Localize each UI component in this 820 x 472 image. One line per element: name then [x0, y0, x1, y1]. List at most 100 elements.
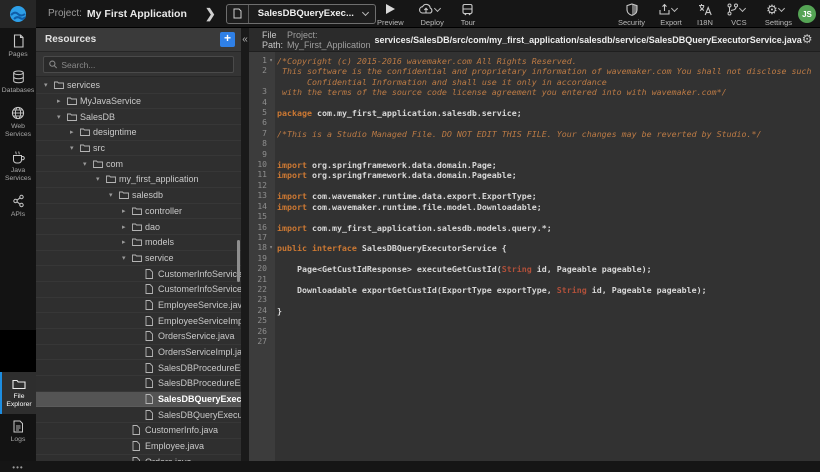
tree-item-label: SalesDBProcedureExecutorService.java — [158, 363, 241, 373]
tree-item[interactable]: SalesDBQueryExecutorServiceImpl.java — [36, 407, 241, 423]
fold-arrow-icon[interactable]: ▾ — [267, 56, 275, 66]
folder-icon — [132, 238, 144, 246]
line-number: 16 — [249, 223, 267, 233]
code-line: 12 — [249, 181, 820, 191]
tree-open-arrow-icon[interactable]: ▾ — [122, 254, 132, 262]
tree-closed-arrow-icon[interactable]: ▸ — [57, 97, 67, 105]
sidebar-item-java-services[interactable]: Java Services — [0, 144, 36, 188]
tree-item-label: CustomerInfoService.java — [158, 269, 241, 279]
tree-item[interactable]: ▾ salesdb — [36, 188, 241, 204]
tree-closed-arrow-icon[interactable]: ▸ — [122, 207, 132, 215]
tree-item[interactable]: CustomerInfoServiceImpl.java — [36, 282, 241, 298]
sidebar-item-logs[interactable]: Logs — [0, 414, 36, 449]
i18n-button[interactable]: I18N — [697, 2, 713, 27]
file-icon — [145, 347, 157, 357]
fold-arrow-icon[interactable]: ▾ — [267, 243, 275, 253]
more-options-button[interactable]: ••• — [0, 463, 36, 472]
tree-item[interactable]: CustomerInfoService.java — [36, 266, 241, 282]
tree-item[interactable]: ▾src — [36, 141, 241, 157]
tree-item[interactable]: ▾service — [36, 251, 241, 267]
tree-item[interactable]: EmployeeService.java — [36, 298, 241, 314]
collapse-panel-button[interactable]: « — [241, 34, 249, 45]
panel-divider[interactable]: « — [241, 28, 249, 461]
sidebar-item-web-services[interactable]: Web Services — [0, 100, 36, 144]
tree-item[interactable]: SalesDBQueryExecutorService.java — [36, 392, 241, 408]
tree-item[interactable]: CustomerInfo.java — [36, 423, 241, 439]
code-text — [275, 139, 820, 149]
security-button[interactable]: Security — [618, 2, 645, 27]
sidebar-item-pages[interactable]: Pages — [0, 28, 36, 64]
fold-gutter — [267, 160, 275, 170]
tree-item-label: CustomerInfoServiceImpl.java — [158, 284, 241, 294]
file-path-bar: File Path: Project: My_First_Application… — [249, 28, 820, 52]
tree-item-label: SalesDBQueryExecutorService.java — [158, 394, 241, 404]
tree-item[interactable]: OrdersServiceImpl.java — [36, 345, 241, 361]
file-path-value: services/SalesDB/src/com/my_first_applic… — [375, 35, 802, 45]
web-services-globe-icon — [11, 106, 25, 120]
tree-item[interactable]: ▾services — [36, 78, 241, 94]
tree-item[interactable]: ▸dao — [36, 219, 241, 235]
folder-icon — [67, 97, 79, 105]
tree-open-arrow-icon[interactable]: ▾ — [109, 191, 119, 199]
open-file-tab[interactable]: SalesDBQueryExec... — [226, 4, 376, 24]
sidebar-item-file-explorer[interactable]: File Explorer — [0, 372, 36, 414]
code-text — [275, 118, 820, 128]
tree-item[interactable]: EmployeeServiceImpl.java — [36, 313, 241, 329]
search-box[interactable] — [43, 56, 234, 73]
tree-item[interactable]: ▸controller — [36, 204, 241, 220]
tree-item[interactable]: ▾my_first_application — [36, 172, 241, 188]
tree-item[interactable]: Employee.java — [36, 439, 241, 455]
tree-open-arrow-icon[interactable]: ▾ — [57, 113, 67, 121]
tour-button[interactable]: Tour — [461, 2, 476, 27]
sidebar-item-apis[interactable]: APIs — [0, 188, 36, 224]
tree-closed-arrow-icon[interactable]: ▸ — [70, 128, 80, 136]
rail-spacer — [0, 330, 36, 372]
fold-gutter — [267, 66, 275, 87]
tree-item[interactable]: SalesDBProcedureExecutorServiceImpl.java — [36, 376, 241, 392]
file-icon — [132, 457, 144, 461]
fold-gutter — [267, 129, 275, 139]
sidebar-item-databases[interactable]: Databases — [0, 64, 36, 100]
file-icon — [132, 425, 144, 435]
tree-item[interactable]: OrdersService.java — [36, 329, 241, 345]
tree-open-arrow-icon[interactable]: ▾ — [44, 81, 54, 89]
code-editor[interactable]: 1▾/*Copyright (c) 2015-2016 wavemaker.co… — [249, 52, 820, 461]
resources-scrollbar-thumb[interactable] — [237, 240, 240, 282]
search-icon — [49, 60, 57, 69]
code-line: 25 — [249, 316, 820, 326]
tree-item[interactable]: SalesDBProcedureExecutorService.java — [36, 360, 241, 376]
project-breadcrumb: Project: My First Application — [48, 8, 187, 20]
preview-button[interactable]: Preview — [377, 2, 404, 27]
tree-item[interactable]: ▸models — [36, 235, 241, 251]
file-icon — [145, 316, 157, 326]
add-resource-button[interactable]: + — [220, 32, 235, 47]
tree-item[interactable]: Orders.java — [36, 455, 241, 462]
settings-button[interactable]: ⚙ Settings — [765, 2, 792, 27]
folder-icon — [54, 81, 66, 89]
fold-gutter — [267, 233, 275, 243]
vcs-button[interactable]: VCS — [726, 2, 752, 27]
code-line: 20 Page<GetCustIdResponse> executeGetCus… — [249, 264, 820, 274]
tree-item[interactable]: ▸designtime — [36, 125, 241, 141]
vcs-branch-icon — [726, 2, 739, 16]
preview-play-icon — [385, 2, 396, 16]
tree-open-arrow-icon[interactable]: ▾ — [83, 160, 93, 168]
tree-open-arrow-icon[interactable]: ▾ — [96, 175, 106, 183]
project-label: Project: — [48, 8, 82, 19]
search-input[interactable] — [61, 60, 228, 70]
tree-item[interactable]: ▾com — [36, 156, 241, 172]
deploy-button[interactable]: Deploy — [418, 2, 447, 27]
tree-closed-arrow-icon[interactable]: ▸ — [122, 238, 132, 246]
tree-closed-arrow-icon[interactable]: ▸ — [122, 223, 132, 231]
line-number: 17 — [249, 233, 267, 243]
tree-open-arrow-icon[interactable]: ▾ — [70, 144, 80, 152]
tree-item[interactable]: ▸MyJavaService — [36, 94, 241, 110]
export-button[interactable]: Export — [658, 2, 684, 27]
code-text: import com.wavemaker.runtime.file.model.… — [275, 202, 820, 212]
wavemaker-logo[interactable] — [0, 0, 36, 28]
tree-item-label: salesdb — [132, 190, 163, 200]
file-settings-gear-icon[interactable]: ⚙ — [802, 33, 813, 46]
vcs-label: VCS — [731, 18, 746, 27]
user-avatar[interactable]: JS — [798, 5, 816, 23]
tree-item[interactable]: ▾SalesDB — [36, 109, 241, 125]
